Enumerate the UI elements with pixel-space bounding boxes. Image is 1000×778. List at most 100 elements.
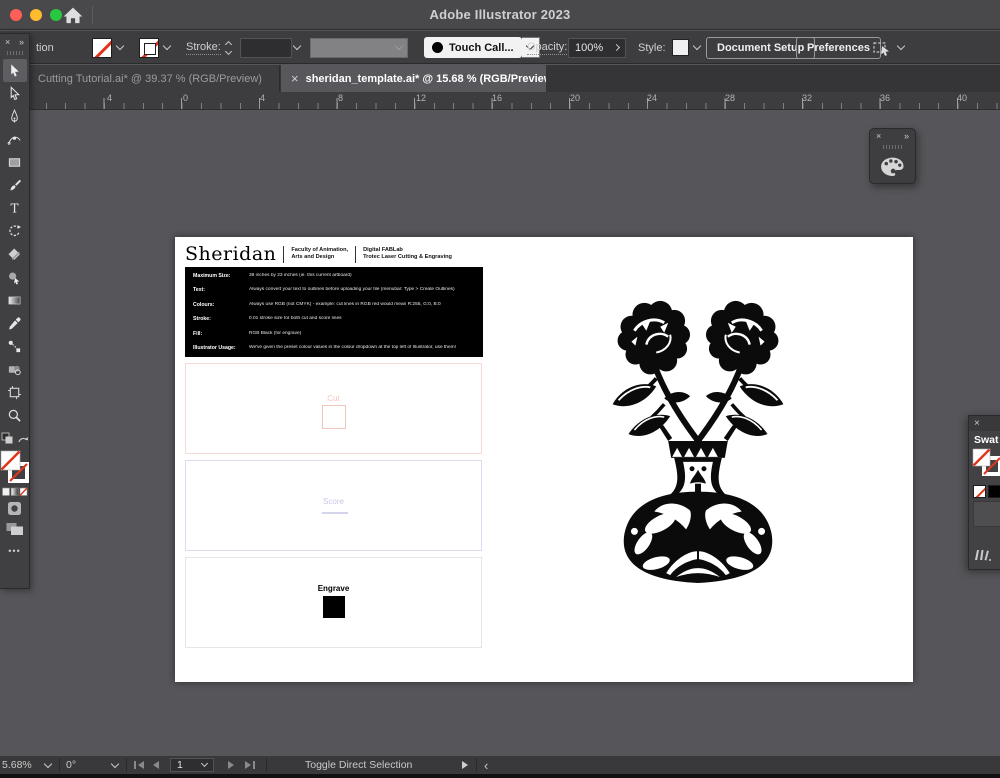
ruler-tick: 0: [183, 93, 188, 103]
engrave-zone-box[interactable]: Engrave: [185, 557, 482, 648]
fill-stroke-indicator[interactable]: [972, 448, 1000, 478]
first-artboard-button[interactable]: [134, 756, 144, 774]
isolate-selection-icon[interactable]: [872, 31, 892, 64]
stroke-color-dropdown[interactable]: [164, 31, 170, 64]
edit-toolbar-ellipsis[interactable]: •••: [8, 546, 20, 556]
style-dropdown[interactable]: [694, 31, 700, 64]
paintbrush-icon: [7, 178, 22, 193]
stroke-weight-field[interactable]: [240, 31, 292, 64]
tool-pen[interactable]: [3, 105, 27, 128]
tab-sheridan-template[interactable]: × sheridan_template.ai* @ 15.68 % (RGB/P…: [281, 65, 546, 92]
swap-fill-stroke-icon[interactable]: [1, 431, 29, 447]
gradient-icon: [7, 293, 22, 308]
ruler-tick: 24: [647, 93, 657, 103]
artboard-number-field[interactable]: 1: [170, 756, 214, 774]
fill-color-swatch[interactable]: [92, 31, 112, 64]
opacity-field[interactable]: 100%: [568, 31, 626, 64]
style-swatch[interactable]: [672, 31, 689, 64]
cut-sample-square[interactable]: [322, 405, 346, 429]
close-tab-icon[interactable]: ×: [291, 71, 299, 86]
zoom-level-dropdown[interactable]: [45, 756, 51, 774]
collapse-bar-button[interactable]: ‹: [484, 756, 488, 774]
tool-blend[interactable]: [3, 335, 27, 358]
tool-rectangle[interactable]: [3, 151, 27, 174]
tools-panel: × » T: [0, 33, 30, 589]
opacity-expand-icon: [613, 44, 620, 51]
table-row: Illustrator Usage:We've given the preset…: [193, 345, 475, 351]
fill-stroke-indicator[interactable]: [0, 450, 29, 484]
horizontal-ruler[interactable]: 4 0 4 8 12 16 20 24 28 32 36 40: [0, 92, 1000, 110]
tab-cutting-tutorial[interactable]: Cutting Tutorial.ai* @ 39.37 % (RGB/Prev…: [28, 65, 280, 92]
tool-zoom[interactable]: [3, 404, 27, 427]
variable-width-dropdown[interactable]: [310, 31, 408, 64]
preferences-button[interactable]: Preferences: [796, 31, 881, 64]
zoom-level-value[interactable]: 5.68%: [2, 756, 32, 774]
rotation-value[interactable]: 0°: [66, 756, 76, 774]
swatch-none[interactable]: [973, 485, 986, 498]
artboard[interactable]: Sheridan Faculty of Animation, Arts and …: [175, 237, 913, 682]
opacity-label[interactable]: Opacity:: [527, 31, 567, 64]
stroke-color-swatch[interactable]: [139, 31, 159, 64]
swatch-list-well[interactable]: [973, 501, 1000, 527]
engrave-sample-square[interactable]: [323, 596, 345, 618]
illustrator-window: Adobe Illustrator 2023 tion Stroke: Touc…: [0, 0, 1000, 778]
touch-calligraphic-brush-button[interactable]: Touch Call...: [424, 31, 540, 64]
roses-vase-artwork[interactable]: [598, 287, 798, 585]
tool-selection[interactable]: [3, 59, 27, 82]
score-zone-box[interactable]: Score: [185, 460, 482, 551]
close-panel-icon[interactable]: ×: [974, 418, 980, 429]
score-sample-line[interactable]: [322, 512, 348, 514]
color-palette-icon[interactable]: [879, 156, 906, 179]
screen-mode-icon[interactable]: [5, 520, 25, 537]
tool-curvature[interactable]: [3, 128, 27, 151]
brand-divider: [355, 246, 356, 263]
brand-faculty: Faculty of Animation, Arts and Design: [291, 247, 348, 261]
swatch-libraries-icon[interactable]: [973, 547, 991, 562]
bottom-edge: [0, 774, 1000, 778]
table-row: Colours:Always use RGB (not CMYK) - exam…: [193, 302, 475, 308]
tool-symbol-sprayer[interactable]: [3, 358, 27, 381]
tool-eraser[interactable]: [3, 243, 27, 266]
stroke-weight-stepper[interactable]: [226, 31, 233, 64]
artboard-icon: [7, 385, 22, 400]
next-artboard-button[interactable]: [228, 756, 234, 774]
fill-color-dropdown[interactable]: [117, 31, 123, 64]
laser-info-table[interactable]: Maximum Size:38 inches by 23 inches (ie.…: [185, 267, 483, 357]
color-gradient-none-icons[interactable]: [2, 487, 28, 497]
swatch-black[interactable]: [988, 485, 1000, 498]
tool-gradient[interactable]: [3, 289, 27, 312]
ruler-tick: 32: [802, 93, 812, 103]
last-artboard-button[interactable]: [245, 756, 255, 774]
tool-direct-selection[interactable]: [3, 82, 27, 105]
control-bar: tion Stroke: Touch Call... Opacity:: [0, 31, 1000, 64]
expand-panel-icon[interactable]: »: [904, 131, 909, 141]
drawing-mode-icon[interactable]: [6, 500, 23, 517]
table-row: Text:Always convert your text to outline…: [193, 287, 475, 293]
ruler-tick: 36: [880, 93, 890, 103]
tool-artboard[interactable]: [3, 381, 27, 404]
tool-eyedropper[interactable]: [3, 312, 27, 335]
artboard-dropdown-icon: [201, 760, 208, 767]
status-bar: 5.68% 0° 1 Toggle Direct Selection ‹: [0, 756, 1000, 774]
previous-artboard-button[interactable]: [153, 756, 159, 774]
svg-text:T: T: [10, 202, 18, 216]
tool-rotate[interactable]: [3, 220, 27, 243]
play-hint-button[interactable]: [462, 756, 468, 774]
cut-zone-box[interactable]: Cut: [185, 363, 482, 454]
canvas[interactable]: Sheridan Faculty of Animation, Arts and …: [0, 110, 1000, 756]
ruler-tick: 40: [957, 93, 967, 103]
panel-grip-handle[interactable]: [883, 145, 903, 149]
swatches-panel-title: Swat: [969, 431, 1000, 448]
tool-paintbrush[interactable]: [3, 174, 27, 197]
expand-panel-icon[interactable]: »: [19, 37, 24, 47]
tool-shape-builder[interactable]: [3, 266, 27, 289]
stroke-weight-dropdown[interactable]: [294, 31, 300, 64]
options-dropdown[interactable]: [898, 31, 904, 64]
close-panel-icon[interactable]: ×: [5, 37, 10, 47]
rotation-dropdown[interactable]: [112, 756, 118, 774]
brand-fablab: Digital FABLab Trotec Laser Cutting & En…: [363, 247, 452, 261]
tool-type[interactable]: T: [3, 197, 27, 220]
blend-icon: [7, 339, 22, 354]
close-panel-icon[interactable]: ×: [876, 131, 881, 141]
panel-grip-handle[interactable]: [7, 51, 23, 55]
